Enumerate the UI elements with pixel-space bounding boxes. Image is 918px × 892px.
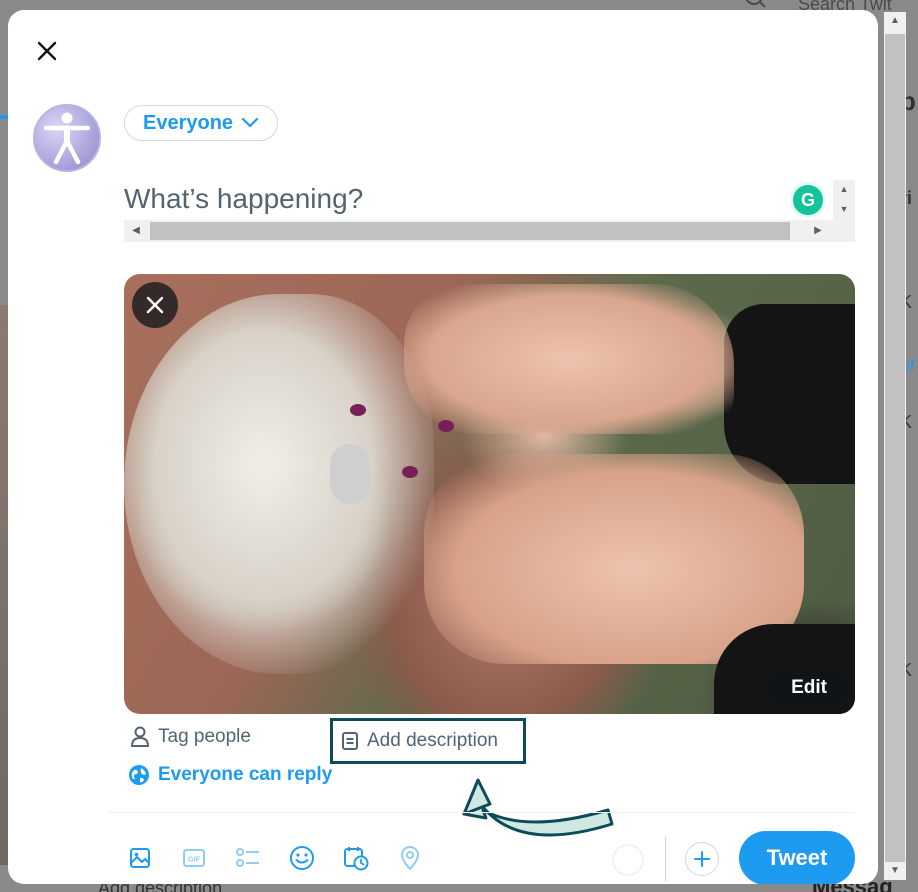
close-icon (146, 296, 164, 314)
modal-scrollbar[interactable]: ▲ ▼ (884, 12, 906, 880)
tag-people-label: Tag people (158, 726, 251, 747)
reply-setting-label: Everyone can reply (158, 764, 333, 785)
image-icon (130, 848, 150, 868)
location-button[interactable] (394, 842, 426, 874)
add-description-button[interactable]: Add description (330, 718, 526, 764)
media-actions: Tag people Add description (124, 718, 855, 764)
emoji-icon (290, 846, 314, 870)
emoji-button[interactable] (286, 842, 318, 874)
background-photo-edge (0, 305, 8, 865)
attached-photo: Edit (124, 274, 855, 714)
scroll-down-arrow-icon[interactable]: ▼ (884, 862, 906, 880)
media-button[interactable] (124, 842, 156, 874)
tag-people-button[interactable]: Tag people (130, 726, 251, 748)
schedule-icon (344, 847, 369, 871)
edit-media-button[interactable]: Edit (769, 668, 849, 708)
close-icon (37, 41, 57, 61)
document-icon (342, 732, 358, 750)
compose-horizontal-scroll-thumb[interactable] (150, 222, 790, 240)
audience-selector[interactable]: Everyone (124, 105, 279, 141)
compose-toolbar: GIF (124, 842, 426, 874)
character-counter (612, 844, 644, 876)
compose-horizontal-scrollbar[interactable]: ◀ ▶ (124, 220, 855, 242)
scroll-up-arrow-icon[interactable]: ▲ (833, 180, 855, 200)
scroll-up-arrow-icon[interactable]: ▲ (884, 12, 906, 30)
photo-nail (402, 466, 418, 478)
scroll-left-arrow-icon[interactable]: ◀ (126, 220, 146, 242)
modal-scroll-thumb[interactable] (885, 34, 905, 862)
add-description-label: Add description (367, 730, 498, 751)
plus-icon (694, 851, 710, 867)
scroll-down-arrow-icon[interactable]: ▼ (833, 200, 855, 220)
avatar[interactable] (33, 104, 101, 172)
close-button[interactable] (30, 34, 64, 68)
photo-hair-region (124, 294, 434, 674)
svg-text:GIF: GIF (188, 855, 201, 864)
accessibility-person-icon (44, 112, 90, 165)
search-icon (745, 0, 766, 8)
grammarly-icon[interactable]: G (790, 182, 826, 218)
poll-icon (236, 848, 259, 867)
photo-hearing-aid (330, 444, 370, 504)
schedule-button[interactable] (340, 842, 372, 874)
photo-nail (350, 404, 366, 416)
background-tab-indicator (0, 115, 8, 119)
toolbar-separator (665, 836, 666, 882)
poll-button[interactable] (232, 842, 264, 874)
audience-label: Everyone (143, 111, 234, 134)
tweet-button[interactable]: Tweet (739, 831, 855, 884)
reply-setting-button[interactable]: Everyone can reply (128, 764, 332, 786)
globe-icon (129, 765, 149, 785)
annotation-arrow-icon (462, 778, 614, 837)
location-icon (401, 846, 419, 870)
gif-button[interactable]: GIF (178, 842, 210, 874)
gif-icon: GIF (183, 849, 205, 867)
photo-hand-region (404, 284, 734, 434)
compose-tweet-modal: Everyone What’s happening? G ▲ ▼ ◀ ▶ Edi… (8, 10, 878, 884)
chevron-down-icon (241, 117, 259, 128)
compose-vertical-scrollbar[interactable]: ▲ ▼ (833, 180, 855, 220)
add-thread-button[interactable] (685, 842, 719, 876)
photo-nail (438, 420, 454, 432)
compose-textarea[interactable]: What’s happening? (124, 180, 829, 220)
remove-media-button[interactable] (132, 282, 178, 328)
toolbar-divider (108, 812, 855, 813)
compose-area: What’s happening? G ▲ ▼ ◀ ▶ (124, 180, 855, 244)
person-icon (131, 726, 149, 747)
scroll-right-arrow-icon[interactable]: ▶ (808, 220, 828, 242)
